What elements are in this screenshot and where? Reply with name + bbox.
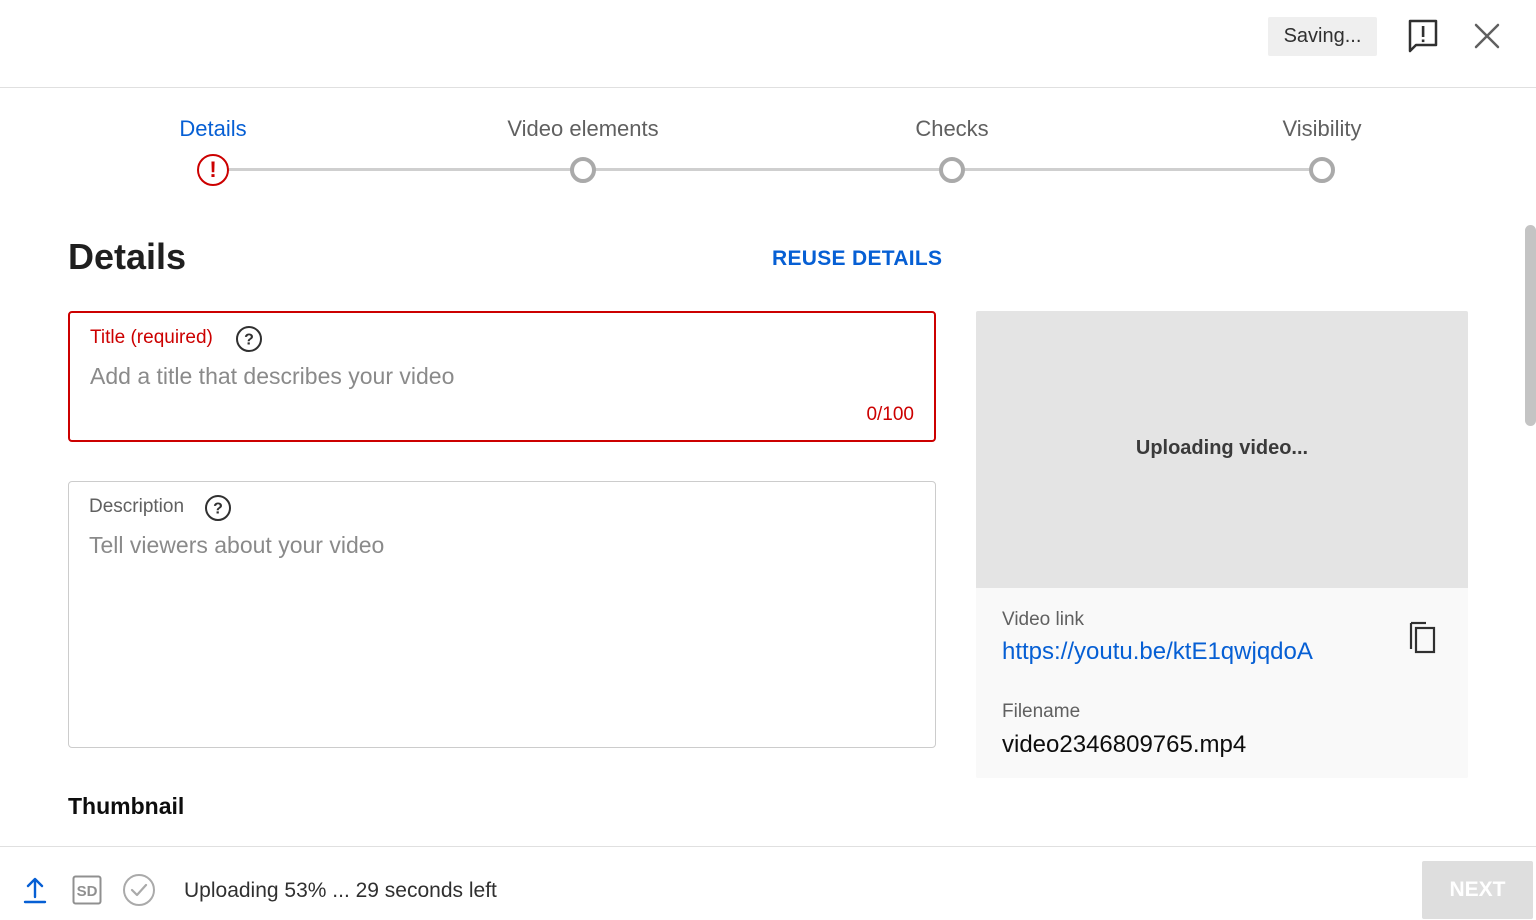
step-checks-dot[interactable] <box>939 157 965 183</box>
sd-quality-text: SD <box>77 883 98 900</box>
scrollbar-thumb[interactable] <box>1525 225 1536 426</box>
copy-link-button[interactable] <box>1406 617 1440 655</box>
title-field[interactable]: Title (required) ? 0/100 <box>68 311 936 442</box>
step-visibility-label[interactable]: Visibility <box>1282 116 1361 142</box>
page-title: Details <box>68 236 187 277</box>
thumbnail-heading: Thumbnail <box>68 793 185 819</box>
svg-text:?: ? <box>244 332 254 349</box>
upload-icon[interactable] <box>22 875 48 905</box>
filename-value: video2346809765.mp4 <box>1002 731 1247 758</box>
title-field-label: Title (required) <box>90 327 213 348</box>
step-details-label[interactable]: Details <box>179 116 246 142</box>
filename-label: Filename <box>1002 701 1081 722</box>
check-circle-icon <box>123 874 155 906</box>
help-icon[interactable]: ? <box>204 494 232 522</box>
reuse-details-button[interactable]: REUSE DETAILS <box>772 247 942 271</box>
close-button[interactable] <box>1466 15 1508 57</box>
description-field[interactable]: Description ? <box>68 481 936 748</box>
title-character-counter: 0/100 <box>866 404 914 425</box>
video-link[interactable]: https://youtu.be/ktE1qwjqdoA <box>1002 638 1313 666</box>
title-input[interactable] <box>90 363 910 390</box>
step-visibility-dot[interactable] <box>1309 157 1335 183</box>
next-button[interactable]: NEXT <box>1422 861 1533 919</box>
feedback-button[interactable] <box>1402 15 1444 57</box>
video-preview-area: Uploading video... <box>976 311 1468 588</box>
step-video-elements-label[interactable]: Video elements <box>507 116 658 142</box>
video-preview-card: Uploading video... Video link https://yo… <box>976 311 1468 778</box>
stepper-track <box>213 168 1322 171</box>
svg-text:?: ? <box>213 501 223 518</box>
upload-status-text: Uploading 53% ... 29 seconds left <box>184 879 497 902</box>
saving-status-badge: Saving... <box>1268 17 1377 56</box>
description-field-label: Description <box>89 496 185 517</box>
dialog-footer: SD Uploading 53% ... 29 seconds left NEX… <box>0 846 1536 920</box>
upload-stepper: Details Video elements Checks Visibility… <box>0 88 1536 208</box>
step-video-elements-dot[interactable] <box>570 157 596 183</box>
sd-quality-icon: SD <box>72 875 102 905</box>
help-icon[interactable]: ? <box>235 325 263 353</box>
copy-icon <box>1409 621 1436 654</box>
video-link-label: Video link <box>1002 609 1085 630</box>
feedback-icon <box>1408 19 1438 53</box>
close-icon <box>1474 23 1500 49</box>
step-details-error-icon[interactable]: ! <box>197 154 229 186</box>
step-checks-label[interactable]: Checks <box>915 116 988 142</box>
dialog-header: Saving... <box>0 0 1536 88</box>
description-input[interactable] <box>89 532 909 559</box>
preview-status-text: Uploading video... <box>1135 437 1309 459</box>
